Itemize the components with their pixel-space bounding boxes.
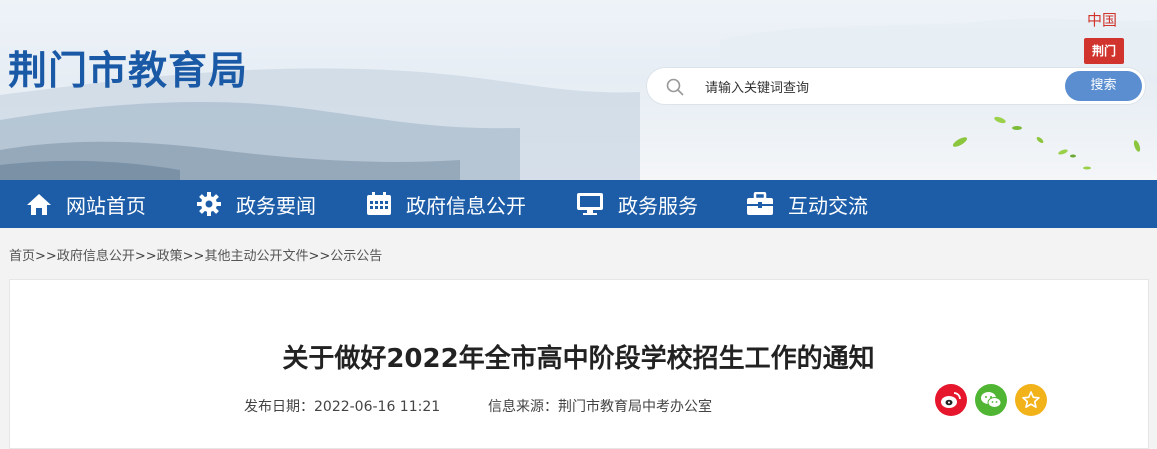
search-bar: 搜索: [646, 67, 1146, 105]
nav-item-home[interactable]: 网站首页: [26, 180, 146, 228]
breadcrumb-info-public[interactable]: 政府信息公开: [57, 249, 135, 264]
weibo-icon: [941, 392, 961, 408]
breadcrumb-home[interactable]: 首页: [9, 249, 35, 264]
breadcrumb-other-files[interactable]: 其他主动公开文件: [204, 249, 308, 264]
nav-item-label: 政务要闻: [236, 193, 316, 218]
seal-top-text: 中国: [1086, 11, 1117, 29]
china-jingmen-seal: 中国 荆门: [1080, 12, 1124, 64]
seal-box-text: 荆门: [1084, 38, 1124, 64]
nav-item-label: 互动交流: [788, 193, 868, 218]
search-input[interactable]: [703, 76, 1047, 100]
article-title: 关于做好2022年全市高中阶段学校招生工作的通知: [282, 344, 875, 374]
nav-item-label: 政务服务: [618, 193, 698, 218]
calendar-icon: [367, 192, 391, 215]
wechat-icon: [981, 392, 1002, 408]
publish-date: 发布日期：2022-06-16 11:21: [244, 399, 441, 415]
search-icon: [666, 78, 684, 96]
leaves-decoration: [952, 116, 1141, 170]
header-banner: 荆门市教育局 中国 荆门 搜索: [0, 0, 1157, 180]
nav-item-label: 网站首页: [66, 193, 146, 218]
nav-item-services[interactable]: 政务服务: [576, 180, 698, 228]
site-title[interactable]: 荆门市教育局: [8, 40, 248, 96]
nav-item-interaction[interactable]: 互动交流: [746, 180, 868, 228]
home-icon: [27, 194, 51, 215]
nav-item-info-public[interactable]: 政府信息公开: [366, 180, 526, 228]
breadcrumb-separator: >>: [308, 249, 331, 264]
breadcrumb-announcements[interactable]: 公示公告: [330, 249, 382, 264]
breadcrumb-policy[interactable]: 政策: [157, 249, 183, 264]
briefcase-icon: [747, 192, 773, 215]
gear-icon: [197, 192, 221, 216]
nav-item-news[interactable]: 政务要闻: [196, 180, 316, 228]
info-source: 信息来源：荆门市教育局中考办公室: [488, 399, 712, 415]
breadcrumb: 首页>>政府信息公开>>政策>>其他主动公开文件>>公示公告: [9, 245, 382, 264]
share-favorite-button[interactable]: [1015, 384, 1047, 416]
search-button[interactable]: 搜索: [1065, 71, 1142, 101]
share-weibo-button[interactable]: [935, 384, 967, 416]
share-wechat-button[interactable]: [975, 384, 1007, 416]
monitor-icon: [577, 193, 603, 215]
breadcrumb-separator: >>: [182, 249, 205, 264]
breadcrumb-separator: >>: [35, 249, 57, 264]
nav-item-label: 政府信息公开: [406, 193, 526, 218]
breadcrumb-separator: >>: [134, 249, 157, 264]
main-nav: 网站首页 政务要闻 政府信息公开 政务服务 互动交流: [0, 180, 1157, 228]
star-icon: [1022, 391, 1040, 408]
